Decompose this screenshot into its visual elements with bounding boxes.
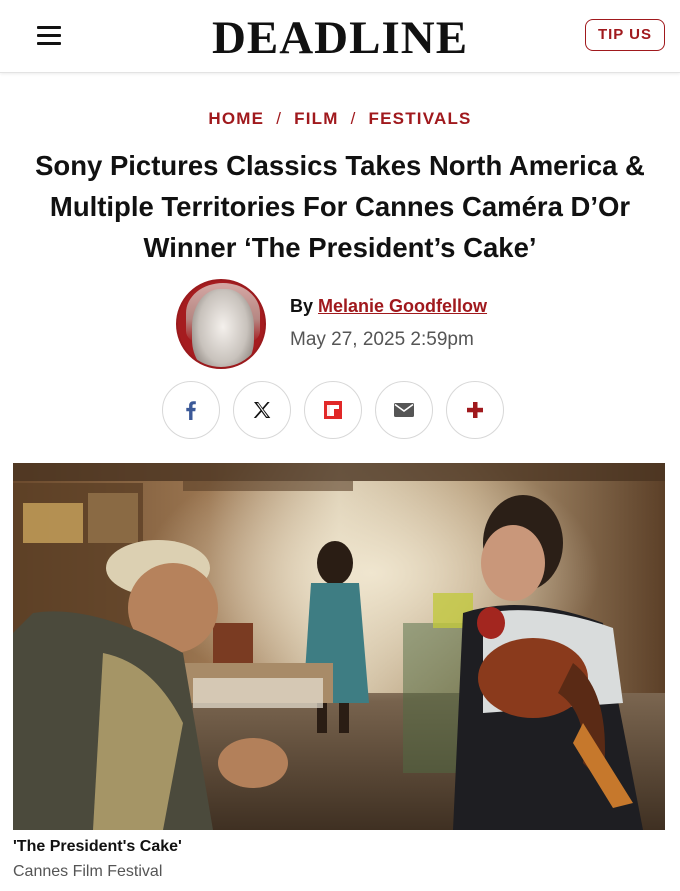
plus-icon [467, 402, 483, 418]
share-facebook-button[interactable] [162, 381, 220, 439]
publish-date: May 27, 2025 2:59pm [290, 329, 474, 350]
flipboard-icon [324, 401, 342, 419]
breadcrumb-separator: / [350, 109, 357, 128]
film-still-image [13, 463, 665, 830]
share-x-button[interactable] [233, 381, 291, 439]
share-flipboard-button[interactable] [304, 381, 362, 439]
byline: By Melanie Goodfellow [290, 296, 487, 317]
site-logo[interactable]: DEADLINE [0, 12, 680, 64]
site-header: DEADLINE TIP US [0, 0, 680, 73]
share-email-button[interactable] [375, 381, 433, 439]
image-caption-title: 'The President's Cake' [13, 838, 182, 855]
breadcrumb-film[interactable]: FILM [294, 109, 338, 128]
email-icon [394, 403, 414, 417]
share-more-button[interactable] [446, 381, 504, 439]
x-icon [253, 402, 271, 418]
breadcrumb-festivals[interactable]: FESTIVALS [369, 109, 472, 128]
tip-us-button[interactable]: TIP US [585, 19, 665, 51]
author-link[interactable]: Melanie Goodfellow [318, 296, 487, 316]
image-caption-credit: Cannes Film Festival [13, 863, 163, 880]
breadcrumb-separator: / [276, 109, 283, 128]
facebook-icon [186, 401, 196, 420]
breadcrumb-home[interactable]: HOME [208, 109, 264, 128]
hero-image[interactable] [13, 463, 665, 830]
byline-prefix: By [290, 296, 314, 316]
avatar-face [192, 289, 254, 367]
article-title: Sony Pictures Classics Takes North Ameri… [35, 150, 645, 263]
author-avatar[interactable] [176, 279, 266, 369]
breadcrumb: HOME / FILM / FESTIVALS [0, 109, 680, 129]
